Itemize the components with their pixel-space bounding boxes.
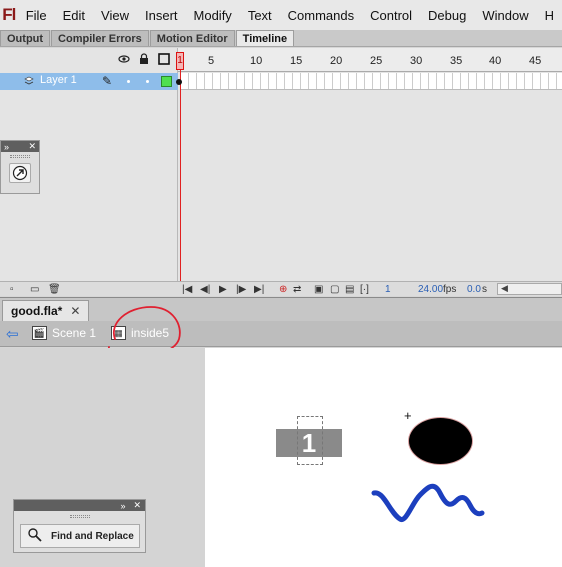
menu-window[interactable]: Window [474, 8, 536, 23]
keyframe-marker[interactable] [176, 79, 182, 85]
breadcrumb-scene[interactable]: 🎬 Scene 1 [32, 326, 96, 340]
scroll-left-icon[interactable]: ◀ [501, 283, 508, 294]
registration-crosshair-icon: + [404, 408, 412, 423]
menu-view[interactable]: View [93, 8, 137, 23]
tab-output[interactable]: Output [0, 30, 51, 46]
outline-square-icon[interactable] [158, 53, 170, 65]
panel-grip[interactable] [10, 155, 30, 158]
tools-panel-header[interactable]: » ✕ [1, 141, 39, 152]
menu-bar: Fl File Edit View Insert Modify Text Com… [0, 0, 562, 30]
new-folder-icon[interactable]: ▭ [30, 284, 39, 295]
menu-modify[interactable]: Modify [186, 8, 240, 23]
ruler-label: 45 [529, 55, 542, 67]
document-tab-label: good.fla* [11, 304, 63, 318]
document-tab[interactable]: good.fla* ✕ [2, 300, 90, 321]
lock-dot[interactable] [146, 80, 149, 83]
app-logo: Fl [2, 5, 16, 24]
ruler-label: 5 [208, 55, 215, 67]
loop-icon[interactable]: ⇄ [293, 284, 301, 295]
close-icon[interactable]: ✕ [133, 500, 141, 511]
edit-bar: ⇦ 🎬 Scene 1 ▦ inside5 [0, 321, 562, 347]
find-replace-icon [27, 527, 43, 546]
time-unit: s [482, 284, 487, 295]
fps-unit: fps [443, 284, 457, 295]
timeline-panel: 5 10 15 20 25 30 35 40 45 1 Layer 1 ✎ ▫ … [0, 48, 562, 296]
time-value: 0.0 [467, 284, 481, 295]
pencil-icon: ✎ [102, 74, 113, 88]
find-and-replace-button[interactable]: Find and Replace [20, 524, 140, 548]
back-arrow-icon[interactable]: ⇦ [6, 325, 19, 343]
menu-file[interactable]: File [18, 8, 55, 23]
first-frame-icon[interactable]: |◀ [182, 284, 192, 295]
lock-icon[interactable] [138, 53, 150, 65]
ruler-label: 40 [489, 55, 502, 67]
last-frame-icon[interactable]: ▶| [254, 284, 264, 295]
new-layer-icon[interactable]: ▫ [10, 284, 14, 295]
scene-clapper-icon: 🎬 [32, 326, 47, 340]
ruler-label: 30 [410, 55, 423, 67]
frame-ruler[interactable]: 5 10 15 20 25 30 35 40 45 [178, 48, 562, 72]
ruler-label: 15 [290, 55, 303, 67]
tab-compiler-errors[interactable]: Compiler Errors [51, 30, 149, 46]
eye-icon[interactable] [118, 53, 130, 65]
menu-edit[interactable]: Edit [55, 8, 93, 23]
current-frame-readout: 1 [385, 284, 391, 295]
stage[interactable] [205, 348, 562, 567]
blue-squiggle[interactable] [370, 475, 488, 527]
center-frame-icon[interactable]: ⊕ [279, 284, 287, 295]
playhead[interactable]: 1 [176, 52, 184, 70]
subselection-arrow-icon [12, 165, 28, 181]
close-tab-icon[interactable]: ✕ [70, 304, 80, 318]
step-forward-icon[interactable]: |▶ [236, 284, 246, 295]
find-panel-header[interactable]: » ✕ [14, 500, 145, 511]
step-back-icon[interactable]: ◀| [200, 284, 210, 295]
onion-skin-icon[interactable]: ▣ [314, 284, 323, 295]
frames-row[interactable] [181, 73, 562, 90]
expand-icon[interactable]: » [120, 501, 125, 511]
close-icon[interactable]: ✕ [28, 141, 36, 152]
layer-name: Layer 1 [40, 74, 77, 86]
expand-icon[interactable]: » [4, 142, 9, 152]
timeline-header: 5 10 15 20 25 30 35 40 45 [0, 48, 562, 72]
subselection-tool-button[interactable] [9, 163, 31, 183]
tab-motion-editor[interactable]: Motion Editor [149, 30, 235, 46]
play-icon[interactable]: ▶ [219, 284, 227, 295]
timeline-scrollbar[interactable]: ◀ [497, 283, 562, 295]
menu-debug[interactable]: Debug [420, 8, 474, 23]
menu-help[interactable]: H [537, 8, 562, 23]
breadcrumb-scene-label: Scene 1 [52, 326, 97, 340]
delete-layer-icon[interactable]: 🗑 [48, 284, 61, 295]
ruler-label: 10 [250, 55, 263, 67]
onion-markers-icon[interactable]: [·] [360, 284, 369, 295]
playhead-line [180, 70, 181, 296]
panel-grip[interactable] [69, 515, 90, 518]
layer-icon [24, 76, 34, 86]
edit-multiple-icon[interactable]: ▤ [345, 284, 354, 295]
black-ellipse[interactable] [408, 417, 473, 465]
find-and-replace-label: Find and Replace [51, 530, 134, 542]
tab-timeline[interactable]: Timeline [235, 30, 295, 46]
find-replace-panel: » ✕ Find and Replace [13, 499, 146, 553]
ruler-label: 35 [450, 55, 463, 67]
menu-text[interactable]: Text [240, 8, 280, 23]
menu-control[interactable]: Control [362, 8, 420, 23]
onion-outline-icon[interactable]: ▢ [330, 284, 339, 295]
panel-tabs: Output Compiler Errors Motion Editor Tim… [0, 30, 562, 47]
layer-outline-color[interactable] [161, 76, 172, 87]
layer-row[interactable]: Layer 1 ✎ [0, 73, 178, 90]
layer-toggle-icons [118, 53, 170, 65]
selection-bounding-box [297, 416, 323, 465]
menu-commands[interactable]: Commands [280, 8, 362, 23]
tools-panel: » ✕ [0, 140, 40, 194]
fps-value[interactable]: 24.00 [418, 284, 443, 295]
menu-insert[interactable]: Insert [137, 8, 186, 23]
document-tabs: good.fla* ✕ [0, 297, 562, 321]
ruler-label: 25 [370, 55, 383, 67]
ruler-label: 20 [330, 55, 343, 67]
visibility-dot[interactable] [127, 80, 130, 83]
timeline-controls: ▫ ▭ 🗑 |◀ ◀| ▶ |▶ ▶| ⊕ ⇄ ▣ ▢ ▤ [·] 1 24.0… [0, 281, 562, 296]
